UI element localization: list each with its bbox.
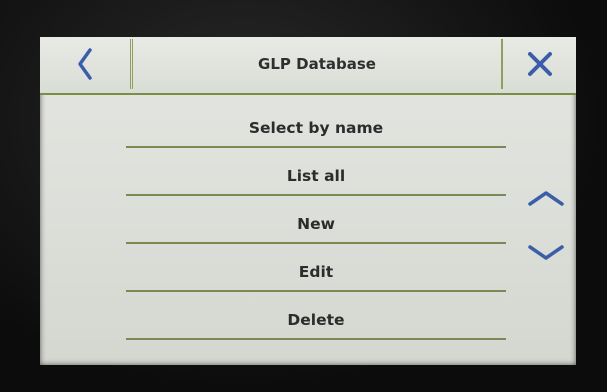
menu-item-label: Select by name <box>248 119 384 137</box>
back-button[interactable] <box>40 39 131 89</box>
divider <box>126 290 506 292</box>
divider <box>126 242 506 244</box>
menu-item-label: Edit <box>298 263 334 281</box>
menu-item-delete[interactable]: Delete <box>126 301 506 349</box>
menu-item-list-all[interactable]: List all <box>126 157 506 205</box>
touchscreen: GLP Database Select by name List all New… <box>40 37 576 365</box>
menu-item-label: Delete <box>287 311 345 329</box>
chevron-left-icon <box>78 48 92 80</box>
divider <box>126 338 506 340</box>
divider <box>126 146 506 148</box>
menu-item-label: List all <box>286 167 346 185</box>
menu-item-edit[interactable]: Edit <box>126 253 506 301</box>
menu-item-select-by-name[interactable]: Select by name <box>126 109 506 157</box>
divider <box>126 194 506 196</box>
page-title-box: GLP Database <box>132 39 502 89</box>
chevron-up-icon <box>528 191 564 206</box>
scroll-up-button[interactable] <box>524 184 568 212</box>
menu-list: Select by name List all New Edit Delete <box>126 109 506 349</box>
page-title: GLP Database <box>258 55 376 73</box>
title-bar: GLP Database <box>40 37 576 95</box>
chevron-down-icon <box>528 245 564 260</box>
menu-item-new[interactable]: New <box>126 205 506 253</box>
close-icon <box>528 52 552 76</box>
close-button[interactable] <box>502 39 577 89</box>
scroll-down-button[interactable] <box>524 239 568 267</box>
menu-item-label: New <box>297 215 335 233</box>
